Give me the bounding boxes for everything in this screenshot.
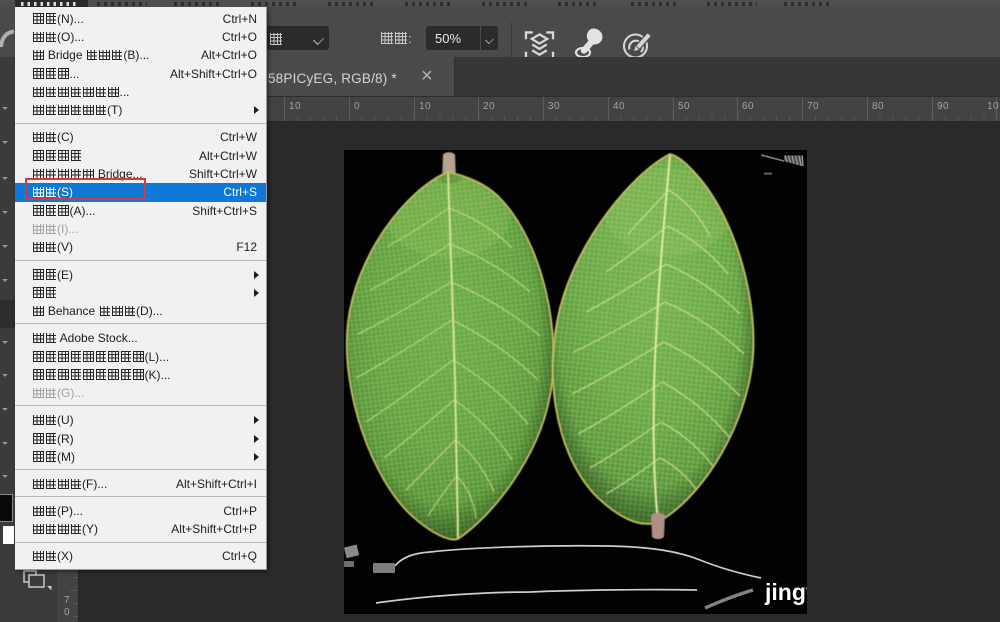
svg-text:jingya: jingya xyxy=(764,579,807,605)
